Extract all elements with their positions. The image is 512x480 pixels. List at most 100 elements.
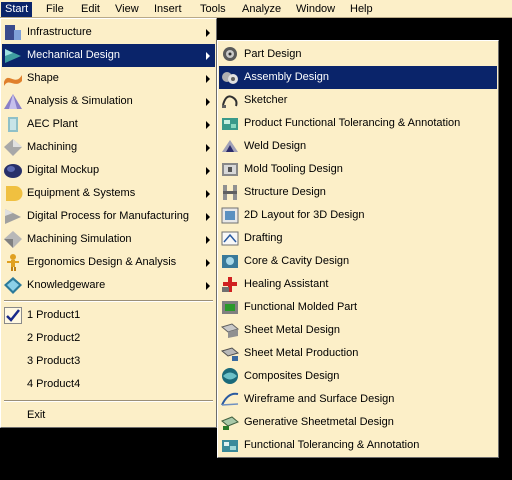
layout-2d-icon	[220, 206, 240, 225]
submenu-item-label: Core & Cavity Design	[244, 255, 350, 267]
start-item-label: Analysis & Simulation	[27, 95, 133, 107]
start-item-infrastructure[interactable]: Infrastructure	[2, 21, 215, 44]
mechanical-design-icon	[3, 46, 23, 65]
menu-edit[interactable]: Edit	[77, 2, 104, 17]
submenu-item-assembly-design[interactable]: Assembly Design	[219, 66, 497, 89]
recent-file-item[interactable]: 4 Product4	[2, 373, 215, 396]
submenu-item-2d-layout[interactable]: 2D Layout for 3D Design	[219, 204, 497, 227]
assembly-design-icon	[220, 68, 240, 87]
shape-icon	[3, 69, 23, 88]
menu-help[interactable]: Help	[346, 2, 377, 17]
submenu-item-label: Drafting	[244, 232, 283, 244]
menu-file[interactable]: File	[42, 2, 68, 17]
submenu-item-label: Generative Sheetmetal Design	[244, 416, 394, 428]
submenu-item-label: Functional Tolerancing & Annotation	[244, 439, 420, 451]
mold-tooling-icon	[220, 160, 240, 179]
submenu-arrow-icon	[206, 282, 210, 290]
digital-mockup-icon	[3, 161, 23, 180]
start-item-equipment[interactable]: Equipment & Systems	[2, 182, 215, 205]
machining-simulation-icon	[3, 230, 23, 249]
sheet-metal-design-icon	[220, 321, 240, 340]
submenu-item-weld-design[interactable]: Weld Design	[219, 135, 497, 158]
submenu-item-label: Composites Design	[244, 370, 340, 382]
submenu-item-part-design[interactable]: Part Design	[219, 43, 497, 66]
knowledgeware-icon	[3, 276, 23, 295]
submenu-item-tolerancing[interactable]: Product Functional Tolerancing & Annotat…	[219, 112, 497, 135]
menu-insert[interactable]: Insert	[150, 2, 186, 17]
submenu-item-label: Sheet Metal Production	[244, 347, 359, 359]
menu-view[interactable]: View	[111, 2, 143, 17]
equipment-icon	[3, 184, 23, 203]
start-item-digital-process[interactable]: Digital Process for Manufacturing	[2, 205, 215, 228]
submenu-item-label: Mold Tooling Design	[244, 163, 343, 175]
structure-design-icon	[220, 183, 240, 202]
submenu-item-sheet-metal-production[interactable]: Sheet Metal Production	[219, 342, 497, 365]
start-item-aec-plant[interactable]: AEC Plant	[2, 113, 215, 136]
start-item-label: Digital Mockup	[27, 164, 100, 176]
molded-part-icon	[220, 298, 240, 317]
submenu-item-label: Sheet Metal Design	[244, 324, 340, 336]
submenu-item-drafting[interactable]: Drafting	[219, 227, 497, 250]
submenu-item-label: Wireframe and Surface Design	[244, 393, 395, 405]
submenu-item-label: Healing Assistant	[244, 278, 329, 290]
submenu-item-label: 2D Layout for 3D Design	[244, 209, 365, 221]
recent-file-label: 1 Product1	[27, 309, 81, 321]
digital-process-icon	[3, 207, 23, 226]
healing-assistant-icon	[220, 275, 240, 294]
start-item-shape[interactable]: Shape	[2, 67, 215, 90]
submenu-arrow-icon	[206, 236, 210, 244]
submenu-arrow-icon	[206, 75, 210, 83]
submenu-item-core-cavity[interactable]: Core & Cavity Design	[219, 250, 497, 273]
submenu-item-label: Weld Design	[244, 140, 307, 152]
menu-window[interactable]: Window	[292, 2, 339, 17]
recent-file-item[interactable]: 2 Product2	[2, 327, 215, 350]
core-cavity-icon	[220, 252, 240, 271]
submenu-item-generative-sheetmetal[interactable]: Generative Sheetmetal Design	[219, 411, 497, 434]
submenu-item-label: Structure Design	[244, 186, 326, 198]
menu-start[interactable]: Start	[1, 2, 33, 17]
exit-label: Exit	[27, 409, 46, 421]
submenu-item-sketcher[interactable]: Sketcher	[219, 89, 497, 112]
menu-separator	[4, 300, 213, 302]
start-item-ergonomics[interactable]: Ergonomics Design & Analysis	[2, 251, 215, 274]
aec-plant-icon	[3, 115, 23, 134]
submenu-item-wireframe-surface[interactable]: Wireframe and Surface Design	[219, 388, 497, 411]
submenu-arrow-icon	[206, 259, 210, 267]
start-item-knowledgeware[interactable]: Knowledgeware	[2, 274, 215, 297]
start-item-machining-simulation[interactable]: Machining Simulation	[2, 228, 215, 251]
menu-analyze[interactable]: Analyze	[238, 2, 285, 17]
part-design-icon	[220, 45, 240, 64]
submenu-arrow-icon	[206, 29, 210, 37]
submenu-item-label: Part Design	[244, 48, 302, 60]
start-item-label: Machining Simulation	[27, 233, 132, 245]
recent-file-item[interactable]: 3 Product3	[2, 350, 215, 373]
submenu-arrow-icon	[206, 190, 210, 198]
start-item-digital-mockup[interactable]: Digital Mockup	[2, 159, 215, 182]
submenu-item-sheet-metal-design[interactable]: Sheet Metal Design	[219, 319, 497, 342]
start-item-label: Digital Process for Manufacturing	[27, 210, 190, 222]
submenu-arrow-icon	[206, 52, 210, 60]
recent-file-item[interactable]: 1 Product1	[2, 304, 215, 327]
start-item-analysis[interactable]: Analysis & Simulation	[2, 90, 215, 113]
functional-tolerancing-icon	[220, 436, 240, 455]
submenu-arrow-icon	[206, 213, 210, 221]
submenu-item-composites[interactable]: Composites Design	[219, 365, 497, 388]
submenu-item-mold-tooling[interactable]: Mold Tooling Design	[219, 158, 497, 181]
recent-file-label: 4 Product4	[27, 378, 81, 390]
submenu-item-molded-part[interactable]: Functional Molded Part	[219, 296, 497, 319]
infrastructure-icon	[3, 23, 23, 42]
submenu-item-functional-tolerancing[interactable]: Functional Tolerancing & Annotation	[219, 434, 497, 457]
start-item-machining[interactable]: Machining	[2, 136, 215, 159]
ergonomics-icon	[3, 253, 23, 272]
menu-bar: Start File Edit View Insert Tools Analyz…	[0, 0, 512, 18]
start-item-label: Ergonomics Design & Analysis	[27, 256, 177, 268]
recent-file-label: 3 Product3	[27, 355, 81, 367]
menu-tools[interactable]: Tools	[196, 2, 230, 17]
submenu-item-structure-design[interactable]: Structure Design	[219, 181, 497, 204]
start-item-label: AEC Plant	[27, 118, 78, 130]
exit-item[interactable]: Exit	[2, 404, 215, 427]
start-item-mechanical-design[interactable]: Mechanical Design	[2, 44, 215, 67]
start-item-label: Machining	[27, 141, 78, 153]
submenu-item-healing-assistant[interactable]: Healing Assistant	[219, 273, 497, 296]
submenu-arrow-icon	[206, 98, 210, 106]
